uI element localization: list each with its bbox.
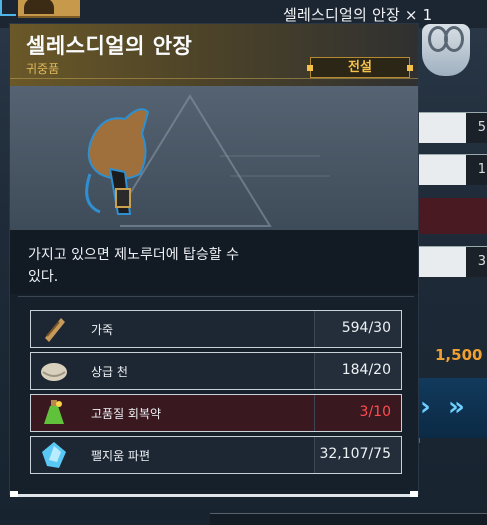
header-divider <box>10 78 418 79</box>
material-count: 32,107/75 <box>319 446 391 462</box>
craft-item-title: 셀레스디얼의 안장 × 1 <box>283 6 433 24</box>
bg-row: 3 <box>418 246 487 277</box>
material-count: 594/30 <box>341 320 391 336</box>
material-count: 184/20 <box>341 362 391 378</box>
tooltip-header: 셀레스디얼의 안장 귀중품 전설 <box>10 24 418 86</box>
corner-bracket <box>0 0 16 16</box>
section-divider <box>18 296 414 297</box>
tooltip-bottom-border <box>10 491 418 497</box>
bg-row: 5 <box>418 112 487 143</box>
paldium-fragment-icon <box>42 442 66 468</box>
material-name: 고품질 회복약 <box>91 407 162 421</box>
item-slot-saddle[interactable] <box>18 0 80 18</box>
material-name: 팰지움 파편 <box>91 449 151 463</box>
item-category: 귀중품 <box>26 62 60 76</box>
bg-footer <box>210 513 487 525</box>
material-name: 상급 천 <box>91 365 128 379</box>
material-count: 3/10 <box>359 404 391 420</box>
material-count-box: 3/10 <box>314 395 401 431</box>
saddle-icon <box>85 108 150 215</box>
price-label: 1,500 <box>435 346 483 364</box>
material-row-leather: 가죽 594/30 <box>30 310 402 348</box>
quantity-panel[interactable]: › » <box>418 378 487 438</box>
material-count-box: 594/30 <box>314 311 401 347</box>
material-name: 가죽 <box>91 323 114 337</box>
double-chevron-right-icon[interactable]: » <box>448 392 465 422</box>
material-row-paldium: 팰지움 파편 32,107/75 <box>30 436 402 474</box>
material-count-box: 32,107/75 <box>314 437 401 473</box>
material-row-fine-cloth: 상급 천 184/20 <box>30 352 402 390</box>
chevron-right-icon[interactable]: › <box>420 392 431 422</box>
bg-row-shortage <box>418 198 487 234</box>
potion-icon <box>44 400 64 424</box>
item-tooltip: 셀레스디얼의 안장 귀중품 전설 가지고 있으면 제노루더에 탑승할 수 있다.… <box>10 24 418 497</box>
material-row-potion: 고품질 회복약 3/10 <box>30 394 402 432</box>
xenolord-icon <box>422 24 470 76</box>
description-area: 가지고 있으면 제노루더에 탑승할 수 있다. <box>10 230 418 294</box>
item-description: 가지고 있으면 제노루더에 탑승할 수 있다. <box>28 247 239 285</box>
rarity-badge: 전설 <box>307 57 413 78</box>
fine-cloth-icon <box>41 363 67 381</box>
bg-row: 1 <box>418 154 487 185</box>
leather-icon <box>45 318 65 342</box>
item-name: 셀레스디얼의 안장 <box>26 34 193 58</box>
material-count-box: 184/20 <box>314 353 401 389</box>
item-image-area <box>10 86 418 230</box>
